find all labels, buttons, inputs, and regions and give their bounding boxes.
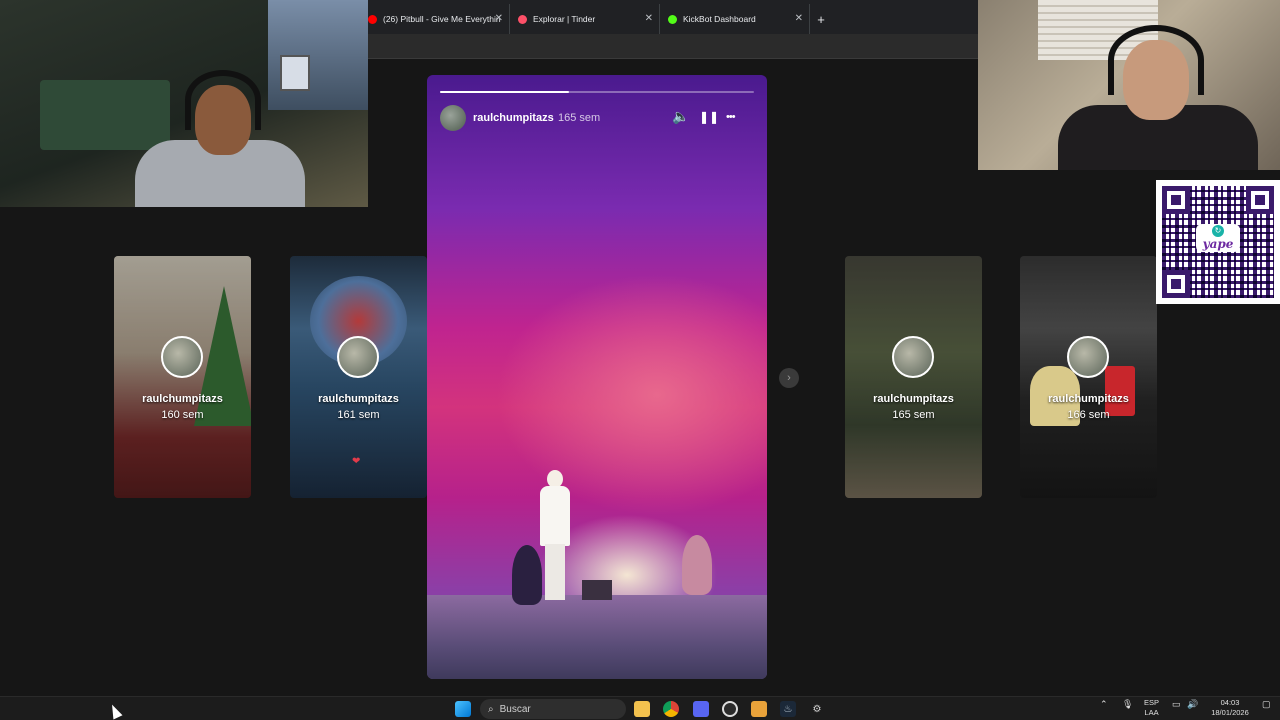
avatar xyxy=(337,336,379,378)
language-indicator[interactable]: ESP LAA xyxy=(1144,698,1159,718)
browser-toolbar xyxy=(360,34,980,59)
discord-icon[interactable] xyxy=(693,701,709,717)
story-card[interactable]: raulchumpitazs 161 sem ❤ xyxy=(290,256,427,498)
avatar xyxy=(1067,336,1109,378)
story-progress-fill xyxy=(440,91,569,93)
tab-close-icon[interactable]: ✕ xyxy=(645,13,653,24)
taskbar-clock[interactable]: 04:03 18/01/2026 xyxy=(1208,698,1252,718)
steam-icon[interactable]: ♨ xyxy=(780,701,796,717)
performer xyxy=(537,470,573,600)
dancer-right xyxy=(682,535,712,595)
story-card-username: raulchumpitazs xyxy=(873,393,954,405)
story-card-time: 166 sem xyxy=(1067,409,1110,421)
story-card-time: 160 sem xyxy=(161,409,204,421)
yape-qr-code: ↻ yape xyxy=(1156,180,1280,304)
tab-tinder[interactable]: Explorar | Tinder ✕ xyxy=(510,4,660,34)
speaker-icon[interactable]: 🔊 xyxy=(1187,699,1198,710)
file-explorer-icon[interactable] xyxy=(634,701,650,717)
app-icon[interactable] xyxy=(751,701,767,717)
tab-close-icon[interactable]: ✕ xyxy=(795,13,803,24)
webcam-left xyxy=(0,0,368,207)
network-icon[interactable]: ▭ xyxy=(1172,699,1181,710)
yape-logo: ↻ yape xyxy=(1196,224,1240,252)
tab-label: (26) Pitbull - Give Me Everythin xyxy=(383,14,501,24)
story-time: 165 sem xyxy=(558,112,601,124)
tab-kickbot[interactable]: KickBot Dashboard ✕ xyxy=(660,4,810,34)
story-card[interactable]: raulchumpitazs 165 sem xyxy=(845,256,982,498)
windows-start-icon[interactable] xyxy=(455,701,471,717)
story-card-time: 165 sem xyxy=(892,409,935,421)
pause-icon[interactable]: ❚❚ xyxy=(699,110,719,124)
story-card-username: raulchumpitazs xyxy=(1048,393,1129,405)
kickbot-favicon-icon xyxy=(668,14,677,24)
search-icon: ⌕ xyxy=(488,703,494,715)
avatar xyxy=(892,336,934,378)
taskbar-search[interactable]: ⌕ Buscar xyxy=(480,699,626,719)
avatar xyxy=(161,336,203,378)
desktop-screen: (26) Pitbull - Give Me Everythin ✕ Explo… xyxy=(0,0,1280,720)
heart-icon: ❤ xyxy=(352,456,361,467)
story-card[interactable]: raulchumpitazs 166 sem xyxy=(1020,256,1157,498)
search-label: Buscar xyxy=(499,703,531,715)
new-tab-button[interactable]: + xyxy=(810,4,832,34)
chrome-icon[interactable] xyxy=(663,701,679,717)
story-card-username: raulchumpitazs xyxy=(318,393,399,405)
avatar[interactable] xyxy=(440,105,466,131)
yape-badge-icon: ↻ xyxy=(1212,225,1224,237)
story-username[interactable]: raulchumpitazs xyxy=(473,112,554,124)
settings-icon[interactable]: ⚙ xyxy=(809,701,825,717)
tinder-favicon-icon xyxy=(518,14,527,24)
microphone-icon[interactable]: 🎙 xyxy=(1122,699,1133,710)
webcam-right xyxy=(978,0,1280,170)
story-progress-bar xyxy=(440,91,754,93)
more-options-icon[interactable]: ••• xyxy=(726,111,736,123)
volume-icon[interactable]: 🔈 xyxy=(672,108,689,125)
chevron-up-icon[interactable]: ⌃ xyxy=(1100,699,1108,710)
notification-icon[interactable]: ▢ xyxy=(1262,699,1271,710)
browser-tabstrip: (26) Pitbull - Give Me Everythin ✕ Explo… xyxy=(360,0,980,34)
youtube-favicon-icon xyxy=(368,14,377,24)
tab-pitbull[interactable]: (26) Pitbull - Give Me Everythin ✕ xyxy=(360,4,510,34)
tab-close-icon[interactable]: ✕ xyxy=(495,13,503,24)
next-story-button[interactable]: › xyxy=(779,368,799,388)
qr-pattern: ↻ yape xyxy=(1162,186,1274,298)
story-card-username: raulchumpitazs xyxy=(142,393,223,405)
streamer-right xyxy=(1058,20,1258,170)
streamer-left xyxy=(130,70,310,207)
concert-stage-floor xyxy=(427,595,767,679)
stage-monitor xyxy=(582,580,612,600)
obs-icon[interactable] xyxy=(722,701,738,717)
story-card-time: 161 sem xyxy=(337,409,380,421)
tab-label: KickBot Dashboard xyxy=(683,14,756,24)
story-main[interactable]: raulchumpitazs 165 sem 🔈 ❚❚ ••• xyxy=(427,75,767,679)
tab-label: Explorar | Tinder xyxy=(533,14,596,24)
story-card[interactable]: raulchumpitazs 160 sem xyxy=(114,256,251,498)
windows-taskbar: ⌕ Buscar ♨ ⚙ ⌃ 🎙 ESP LAA ▭ 🔊 04:03 18/01… xyxy=(0,696,1280,720)
